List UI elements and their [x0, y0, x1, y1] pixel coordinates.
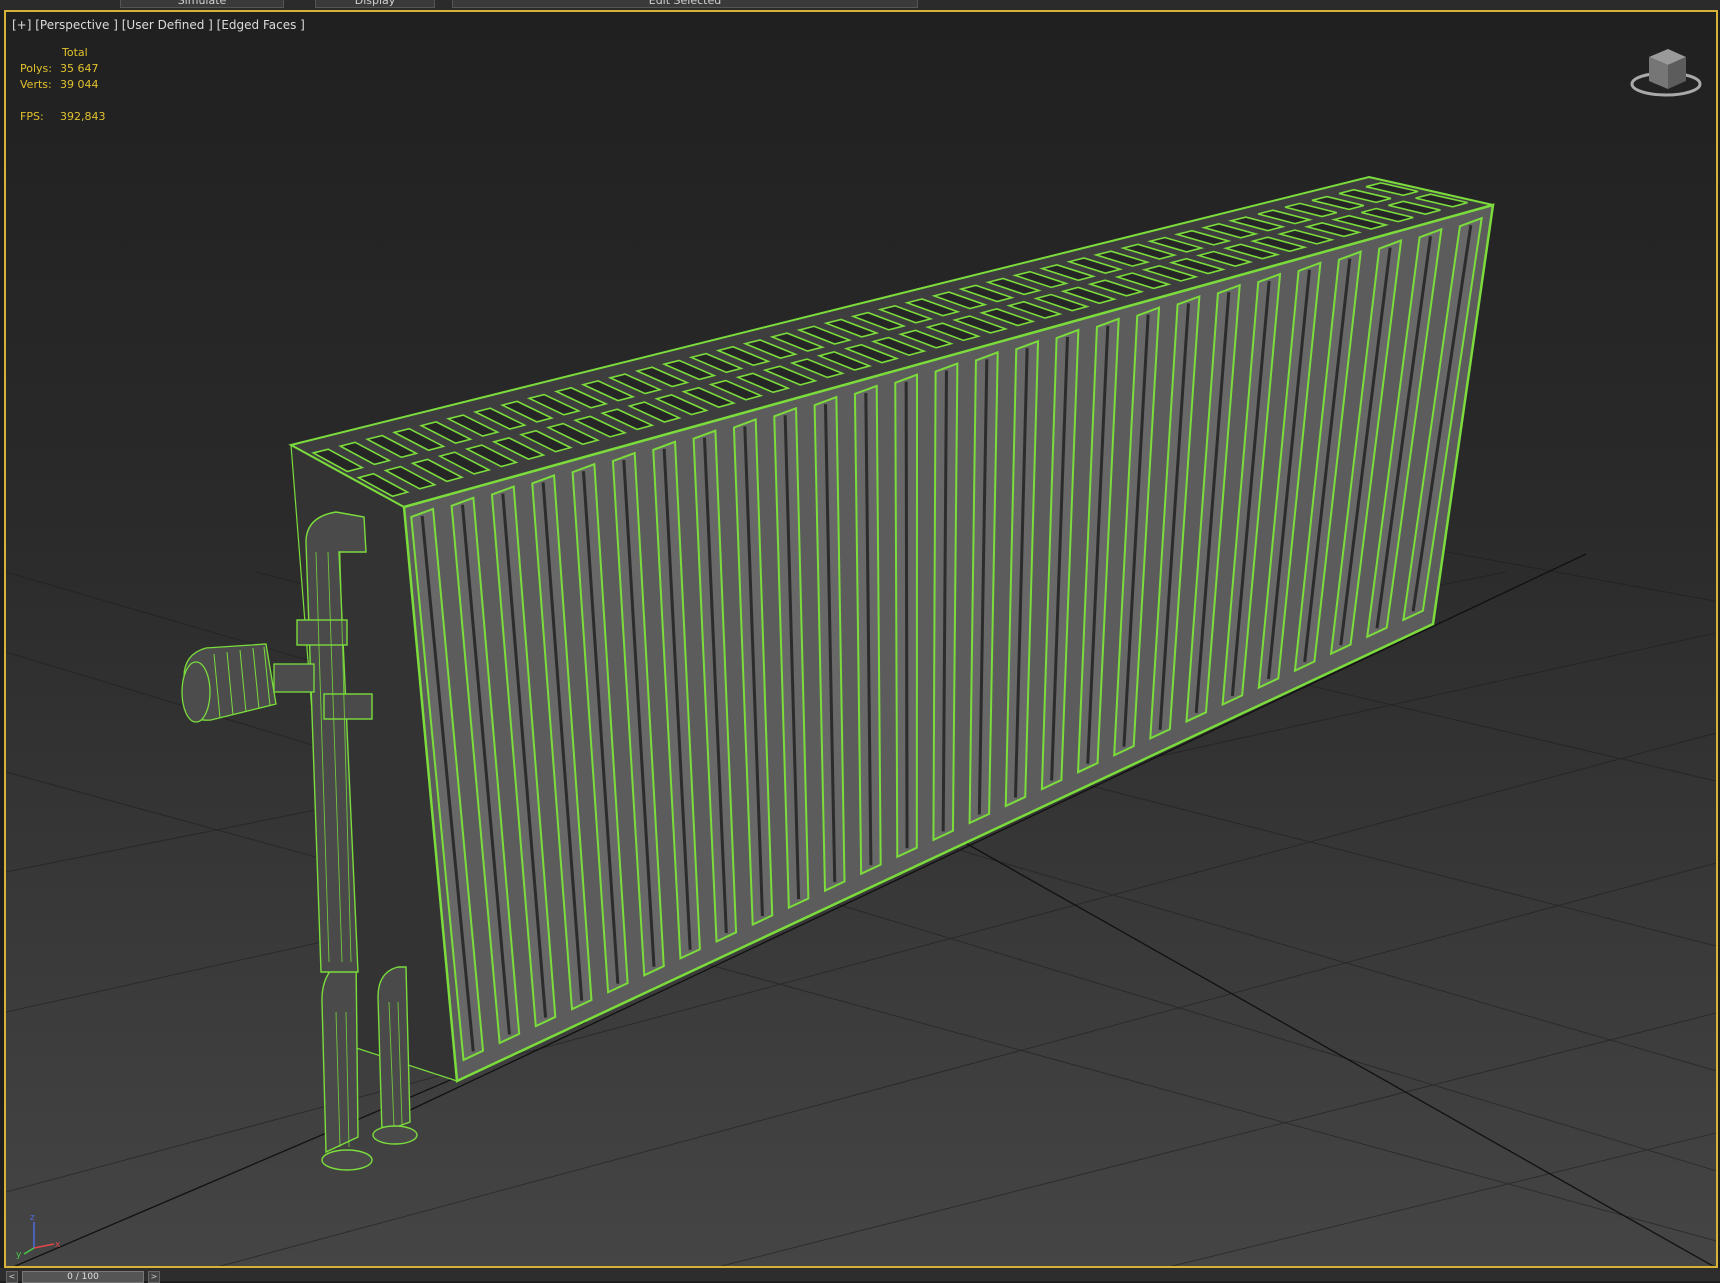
- timeline-prev-button[interactable]: <: [6, 1271, 18, 1283]
- tab-display[interactable]: Display: [315, 0, 435, 8]
- axis-y-label: y: [16, 1250, 22, 1260]
- axis-x-label: x: [55, 1240, 61, 1250]
- verts-label: Verts:: [20, 78, 52, 91]
- timeline-bar: < 0 / 100 >: [0, 1268, 1720, 1283]
- grid-axis-y: [945, 831, 1715, 1266]
- viewcube-icon[interactable]: [1630, 49, 1702, 97]
- viewport-scene[interactable]: z x y: [6, 12, 1718, 1268]
- polys-label: Polys:: [20, 62, 52, 75]
- fin-inner-line: [904, 381, 909, 849]
- time-slider[interactable]: 0 / 100: [22, 1271, 144, 1283]
- tab-simulate[interactable]: Simulate: [120, 0, 284, 8]
- fps-value: 392,843: [60, 110, 106, 123]
- fps-label: FPS:: [20, 110, 44, 123]
- polys-value: 35 647: [60, 62, 99, 75]
- perspective-viewport[interactable]: z x y [+] [Perspective ] [User Defined ]…: [4, 10, 1718, 1268]
- axis-z-label: z: [30, 1213, 35, 1223]
- command-panel-bar: Simulate Display Edit Selected: [0, 0, 1720, 10]
- verts-value: 39 044: [60, 78, 99, 91]
- timeline-next-button[interactable]: >: [148, 1271, 160, 1283]
- viewport-label-menu[interactable]: [+] [Perspective ] [User Defined ] [Edge…: [12, 18, 305, 32]
- stats-header: Total: [62, 46, 88, 59]
- axis-gizmo-icon: z x y: [16, 1213, 61, 1260]
- tab-edit-selected[interactable]: Edit Selected: [452, 0, 918, 8]
